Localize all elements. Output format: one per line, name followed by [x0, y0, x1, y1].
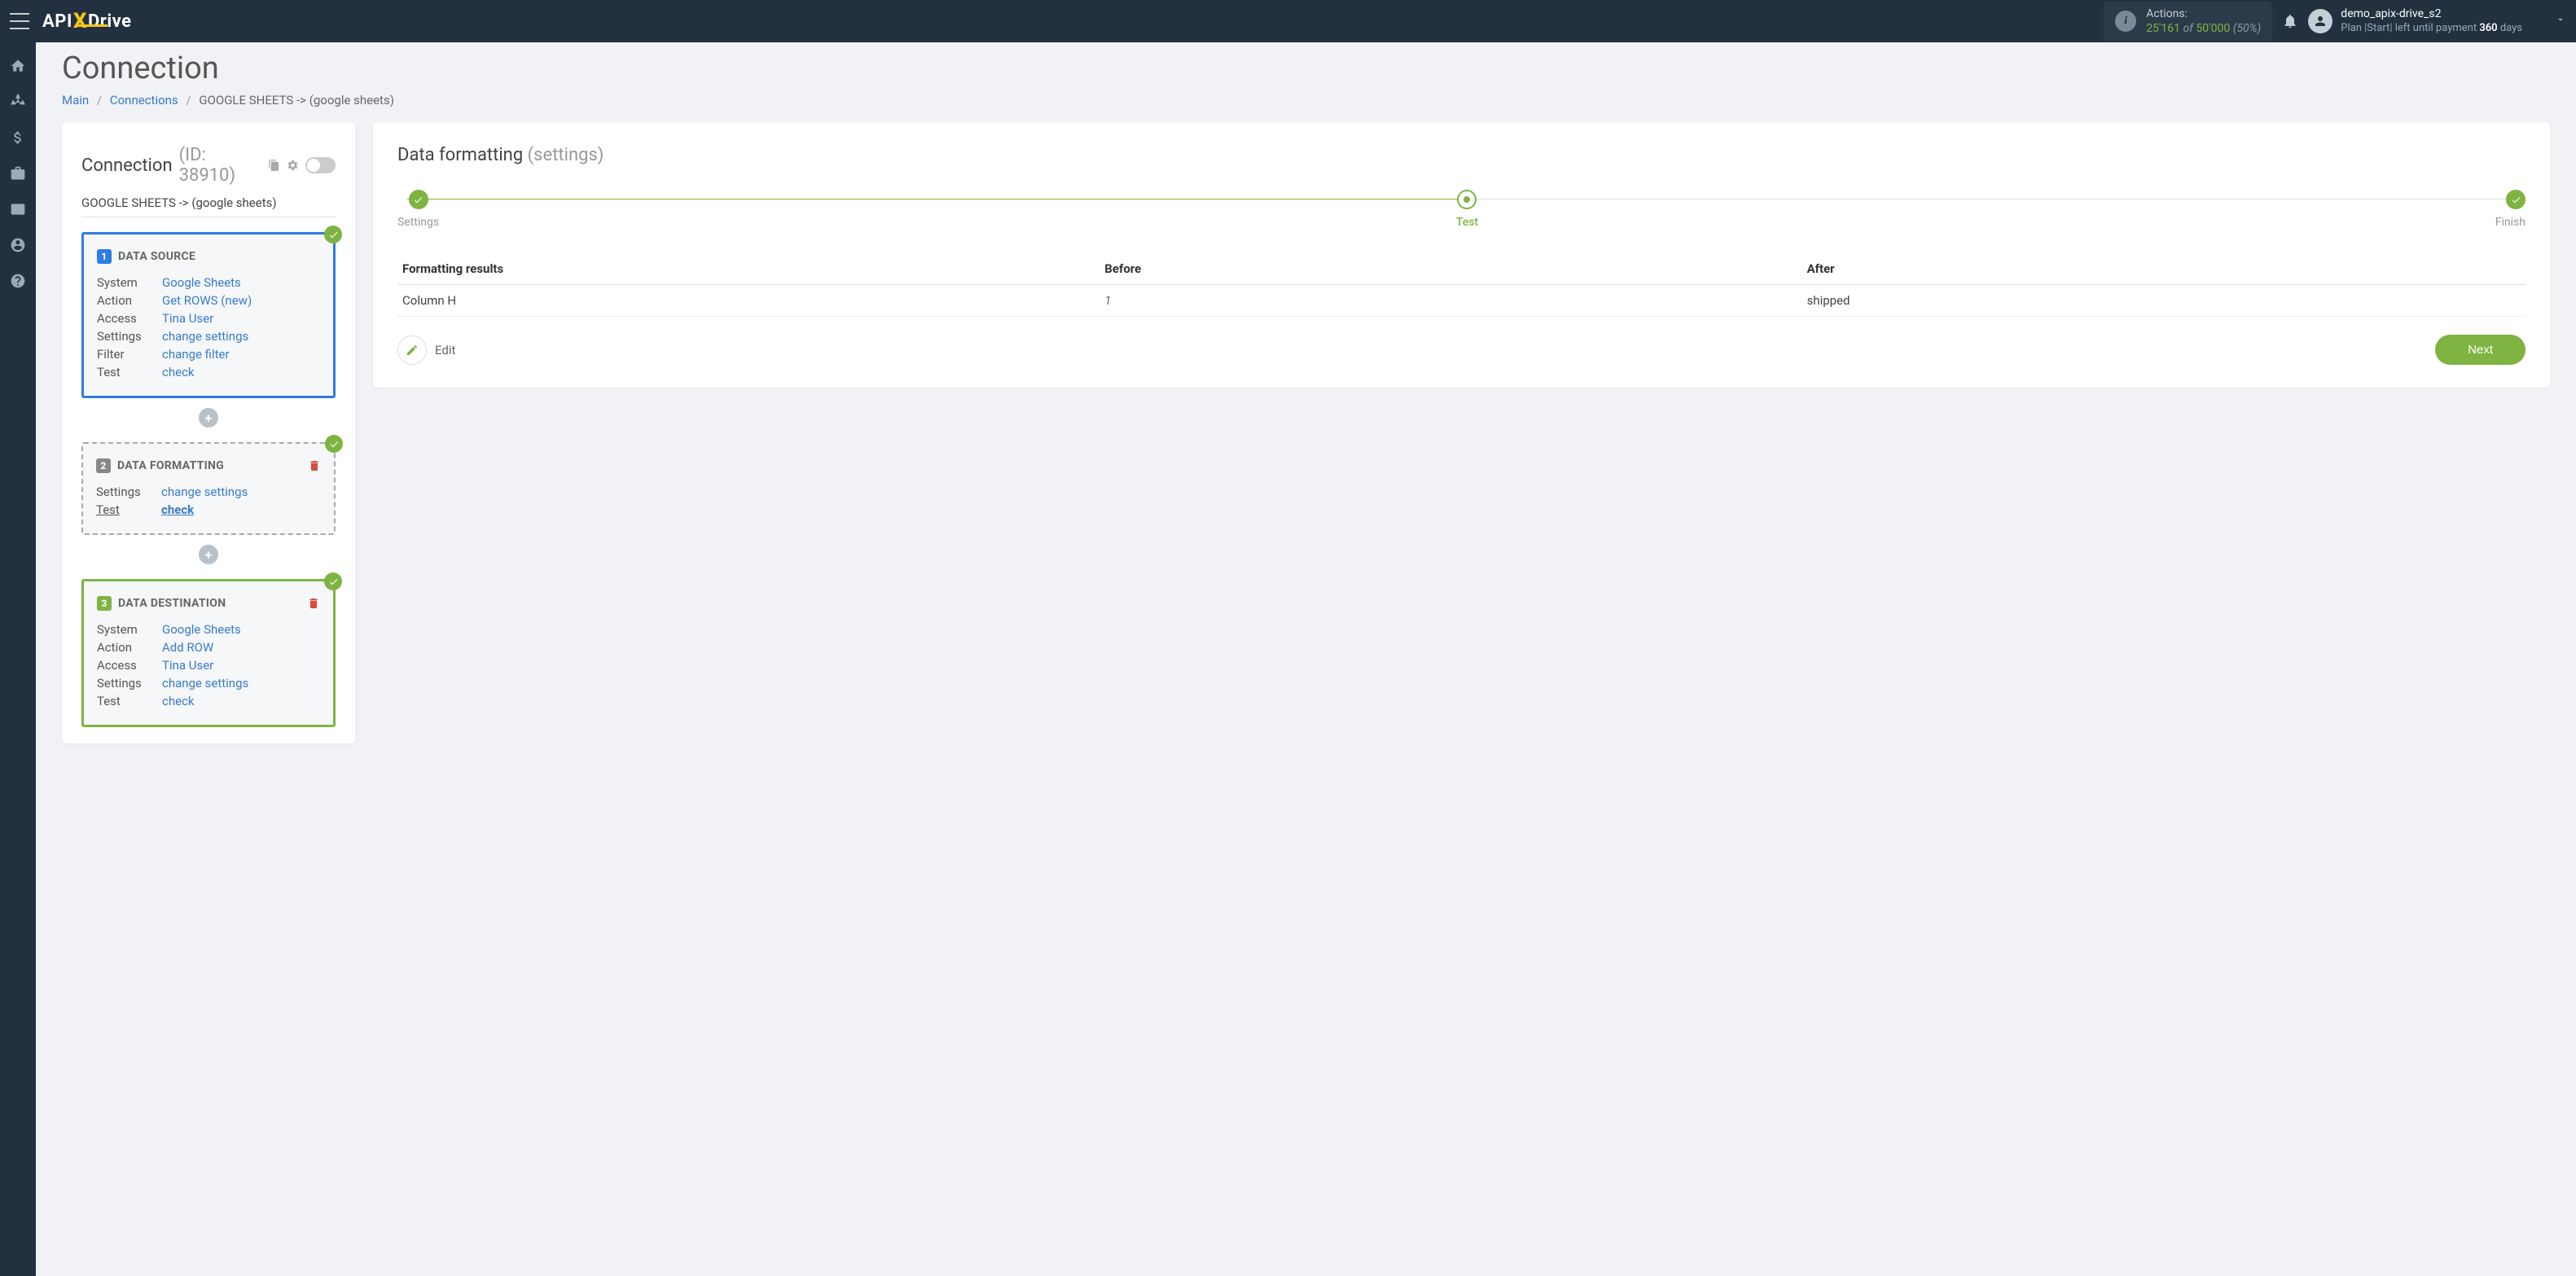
next-button[interactable]: Next: [2435, 335, 2526, 365]
source-access[interactable]: Tina User: [162, 311, 213, 326]
results-table: Formatting results Before After Column H…: [397, 253, 2526, 317]
user-menu[interactable]: demo_apix-drive_s2 Plan |Start| left unt…: [2308, 7, 2566, 35]
data-formatting-panel: Data formatting (settings) Settings Test…: [373, 122, 2550, 388]
connection-panel: Connection (ID: 38910) GOOGLE SHEETS -> …: [62, 122, 355, 743]
plan-info: Plan |Start| left until payment 360 days: [2341, 22, 2522, 35]
breadcrumb: Main / Connections / GOOGLE SHEETS -> (g…: [62, 93, 2550, 107]
step-dot-finish[interactable]: [2506, 190, 2526, 209]
data-formatting-block[interactable]: 2 DATA FORMATTING Settingschange setting…: [81, 442, 336, 535]
actions-total: 50'000: [2196, 22, 2230, 35]
source-filter[interactable]: change filter: [162, 347, 230, 362]
user-name: demo_apix-drive_s2: [2341, 7, 2522, 22]
gear-icon[interactable]: [287, 159, 299, 172]
page-title: Connection: [62, 42, 2550, 86]
connection-id: (ID: 38910): [179, 145, 261, 186]
add-block-button[interactable]: +: [199, 545, 218, 564]
sidebar-video-icon[interactable]: [9, 200, 27, 218]
copy-icon[interactable]: [268, 159, 280, 172]
block-title: DATA SOURCE: [118, 250, 195, 263]
sidebar-home-icon[interactable]: [9, 57, 27, 75]
format-test[interactable]: check: [161, 502, 194, 517]
hamburger-menu[interactable]: [10, 13, 29, 29]
right-subtitle: (settings): [528, 145, 604, 165]
sidebar-help-icon[interactable]: [9, 272, 27, 290]
sidebar-profile-icon[interactable]: [9, 236, 27, 254]
crumb-current: GOOGLE SHEETS -> (google sheets): [199, 93, 394, 107]
block-number: 2: [96, 458, 111, 473]
source-test[interactable]: check: [162, 365, 195, 379]
edit-button[interactable]: Edit: [397, 335, 455, 365]
block-title: DATA FORMATTING: [117, 459, 224, 472]
dest-settings[interactable]: change settings: [162, 676, 248, 691]
connection-title: Connection: [81, 156, 173, 176]
source-system[interactable]: Google Sheets: [162, 275, 241, 290]
actions-used: 25'161: [2146, 22, 2180, 35]
td-column: Column H: [397, 285, 1099, 317]
source-settings[interactable]: change settings: [162, 329, 248, 344]
block-title: DATA DESTINATION: [118, 597, 226, 610]
data-source-block[interactable]: 1 DATA SOURCE SystemGoogle Sheets Action…: [81, 232, 336, 398]
source-action[interactable]: Get ROWS (new): [162, 293, 252, 308]
step-dot-settings[interactable]: [409, 190, 428, 209]
connection-subtitle: GOOGLE SHEETS -> (google sheets): [81, 195, 336, 217]
td-before: 1: [1099, 285, 1801, 317]
sidebar-briefcase-icon[interactable]: [9, 164, 27, 182]
bell-icon[interactable]: [2282, 13, 2298, 29]
sidebar: [0, 42, 36, 1276]
dest-access[interactable]: Tina User: [162, 658, 213, 673]
dest-system[interactable]: Google Sheets: [162, 622, 241, 637]
trash-icon[interactable]: [307, 597, 320, 610]
td-after: shipped: [1802, 285, 2526, 317]
th-results: Formatting results: [397, 253, 1099, 285]
check-icon: [325, 435, 343, 453]
actions-label: Actions:: [2146, 7, 2261, 21]
block-number: 1: [97, 249, 112, 264]
crumb-connections[interactable]: Connections: [110, 93, 178, 107]
stepper: Settings Test Finish: [397, 190, 2526, 229]
pencil-icon: [397, 335, 427, 365]
actions-of: of: [2183, 22, 2192, 35]
user-avatar-icon: [2308, 9, 2332, 33]
actions-counter[interactable]: i Actions: 25'161 of 50'000 (50%): [2104, 2, 2272, 41]
check-icon: [324, 572, 342, 590]
data-destination-block[interactable]: 3 DATA DESTINATION SystemGoogle Sheets A…: [81, 579, 336, 727]
step-label-settings: Settings: [397, 216, 439, 229]
dest-test[interactable]: check: [162, 694, 195, 708]
right-title: Data formatting: [397, 145, 523, 165]
block-number: 3: [97, 596, 112, 611]
connection-toggle[interactable]: [305, 157, 336, 173]
step-label-test: Test: [1456, 216, 1478, 229]
step-dot-test[interactable]: [1457, 190, 1477, 209]
table-row: Column H 1 shipped: [397, 285, 2526, 317]
dest-action[interactable]: Add ROW: [162, 640, 213, 655]
format-settings[interactable]: change settings: [161, 485, 248, 499]
logo[interactable]: APIXDrive: [42, 9, 132, 33]
actions-pct: (50%): [2233, 22, 2262, 35]
topbar: APIXDrive i Actions: 25'161 of 50'000 (5…: [0, 0, 2576, 42]
th-after: After: [1802, 253, 2526, 285]
add-block-button[interactable]: +: [199, 408, 218, 428]
crumb-main[interactable]: Main: [62, 93, 89, 107]
th-before: Before: [1099, 253, 1801, 285]
trash-icon[interactable]: [308, 459, 321, 472]
sidebar-billing-icon[interactable]: [9, 129, 27, 147]
sidebar-connections-icon[interactable]: [9, 93, 27, 111]
check-icon: [324, 226, 342, 243]
step-label-finish: Finish: [2495, 216, 2526, 229]
info-icon: i: [2115, 11, 2136, 32]
chevron-down-icon: [2555, 14, 2566, 29]
